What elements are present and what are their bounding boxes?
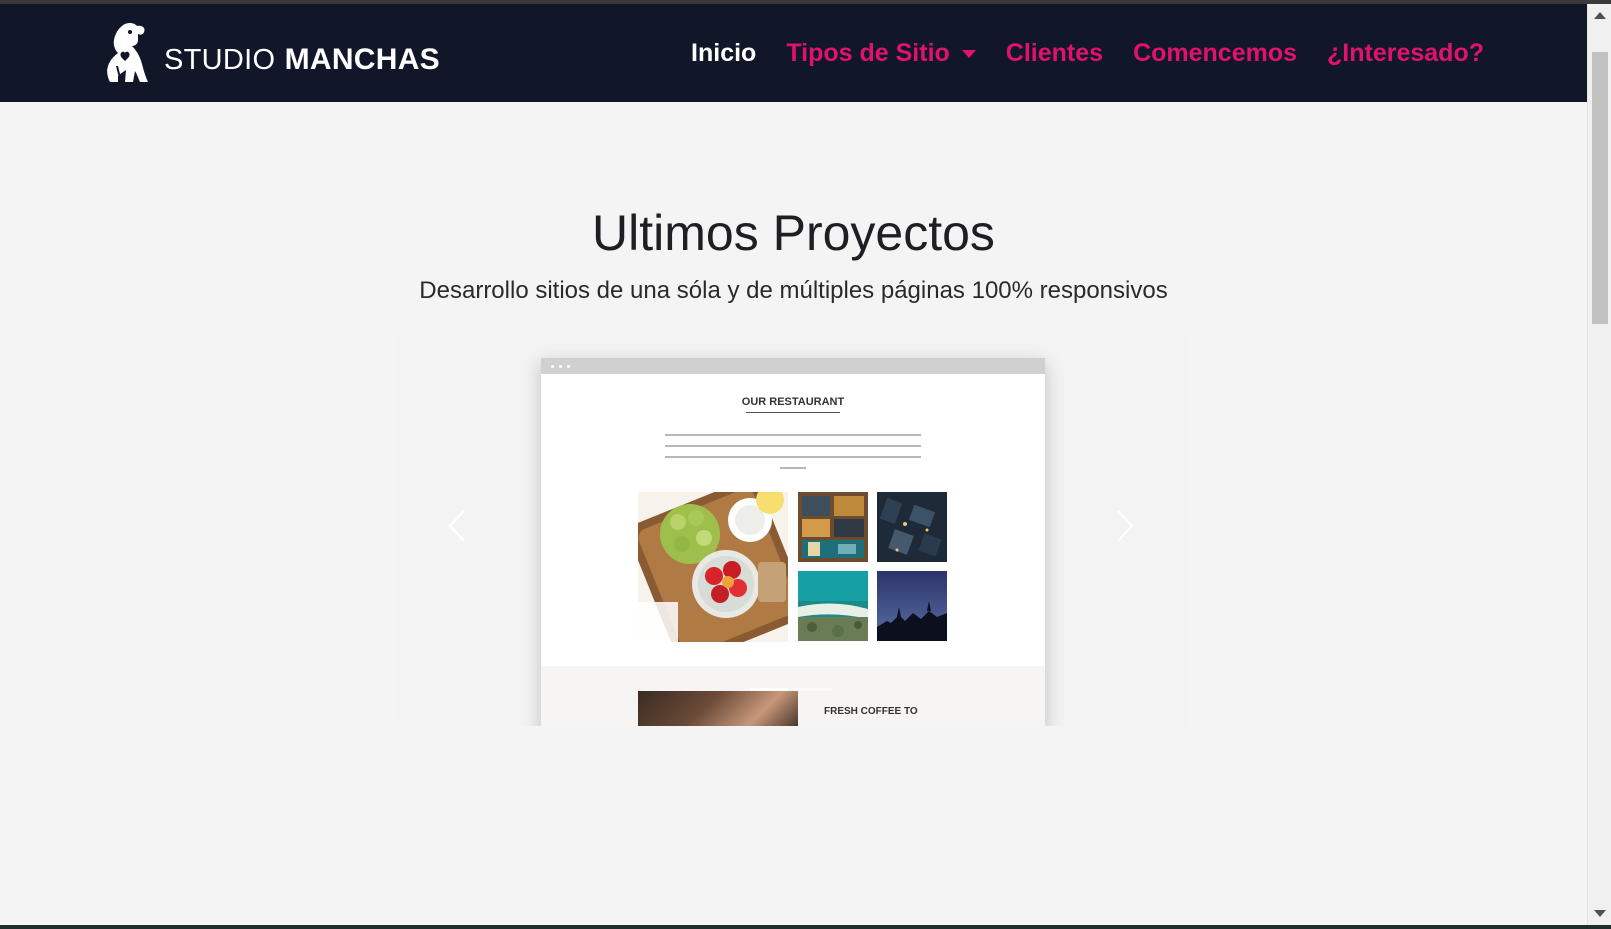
text-line bbox=[665, 456, 921, 458]
chevron-right-icon bbox=[1117, 510, 1134, 542]
project-slide-mockup[interactable]: OUR RESTAURANT FRESH COFFEE TO bbox=[541, 358, 1045, 726]
nav-menu: Inicio Tipos de Sitio Clientes Comencemo… bbox=[691, 4, 1484, 102]
carousel-indicator[interactable] bbox=[750, 688, 788, 691]
brand-name-bold: MANCHAS bbox=[284, 43, 440, 76]
scroll-up-icon[interactable] bbox=[1594, 12, 1606, 19]
beach-aerial-image bbox=[798, 571, 868, 641]
mockup-lower-heading: FRESH COFFEE TO bbox=[824, 706, 918, 717]
text-line bbox=[780, 467, 806, 469]
night-sky-image bbox=[877, 571, 947, 641]
city-aerial-image bbox=[877, 492, 947, 562]
navbar: STUDIO MANCHAS Inicio Tipos de Sitio Cli… bbox=[0, 4, 1587, 102]
projects-carousel[interactable]: OUR RESTAURANT FRESH COFFEE TO bbox=[394, 334, 1188, 726]
page-scrollbar[interactable] bbox=[1587, 4, 1611, 925]
food-platter-image bbox=[638, 492, 788, 642]
carousel-next-button[interactable] bbox=[1114, 509, 1136, 543]
nav-item-inicio[interactable]: Inicio bbox=[691, 39, 756, 68]
browser-dot-icon bbox=[559, 364, 562, 368]
nav-item-tipos-de-sitio-label: Tipos de Sitio bbox=[786, 38, 950, 67]
nav-item-interesado[interactable]: ¿Interesado? bbox=[1327, 39, 1484, 68]
carousel-indicators bbox=[394, 688, 1188, 691]
scroll-thumb[interactable] bbox=[1592, 52, 1608, 324]
brand[interactable]: STUDIO MANCHAS bbox=[100, 20, 440, 86]
nav-item-clientes[interactable]: Clientes bbox=[1006, 39, 1103, 68]
caret-down-icon bbox=[961, 50, 976, 58]
nav-item-tipos-de-sitio[interactable]: Tipos de Sitio bbox=[786, 38, 976, 68]
scroll-down-icon[interactable] bbox=[1594, 910, 1606, 917]
mockup-paragraph bbox=[661, 434, 925, 478]
chevron-left-icon bbox=[448, 510, 465, 542]
nav-item-comencemos[interactable]: Comencemos bbox=[1133, 39, 1297, 68]
browser-dot-icon bbox=[567, 364, 570, 368]
carousel-prev-button[interactable] bbox=[446, 509, 468, 543]
main-content: Ultimos Proyectos Desarrollo sitios de u… bbox=[0, 102, 1587, 925]
text-line bbox=[665, 434, 921, 436]
browser-dot-icon bbox=[551, 364, 554, 368]
mockup-heading-underline bbox=[746, 412, 840, 413]
bookshelf-shop-image bbox=[798, 492, 868, 562]
section-title: Ultimos Proyectos bbox=[592, 205, 995, 261]
mockup-heading: OUR RESTAURANT bbox=[741, 396, 845, 408]
section-subtitle: Desarrollo sitios de una sóla y de múlti… bbox=[419, 277, 1168, 304]
window-bottom-edge bbox=[0, 925, 1611, 929]
carousel-indicator[interactable] bbox=[794, 688, 832, 691]
brand-name-light: STUDIO bbox=[164, 44, 276, 76]
text-line bbox=[665, 445, 921, 447]
mockup-lower-section: FRESH COFFEE TO bbox=[541, 666, 1045, 726]
dog-logo-icon bbox=[107, 23, 148, 82]
mockup-browser-bar bbox=[541, 358, 1045, 374]
coffee-image bbox=[638, 691, 798, 726]
